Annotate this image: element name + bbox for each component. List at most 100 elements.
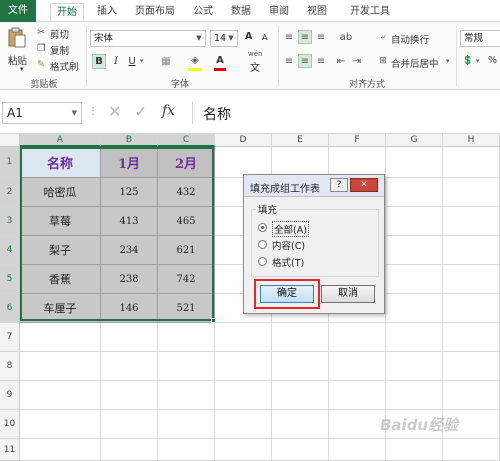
cell-b4[interactable]: 234 <box>101 236 158 265</box>
column-header-g[interactable]: G <box>386 134 443 147</box>
tab-file[interactable]: 文件 <box>0 0 36 22</box>
cell-a6[interactable]: 车厘子 <box>20 294 101 323</box>
cell-b2[interactable]: 125 <box>101 178 158 207</box>
phonetic-guide-label[interactable]: wén <box>248 50 262 58</box>
font-color-icon[interactable]: A <box>214 53 226 68</box>
cell-b6[interactable]: 146 <box>101 294 158 323</box>
row-header-4[interactable]: 4 <box>0 236 20 265</box>
close-button[interactable]: ✕ <box>350 178 378 192</box>
ok-button[interactable]: 确定 <box>260 285 314 303</box>
number-format-select[interactable]: 常规 <box>460 30 500 47</box>
cancel-icon[interactable]: ✕ <box>108 102 121 121</box>
font-name-select[interactable]: 宋体 ▼ <box>90 30 206 47</box>
name-box[interactable]: A1 ▼ <box>2 102 82 124</box>
currency-icon[interactable]: 💲 <box>462 54 474 68</box>
decrease-indent-icon[interactable]: ⇤ <box>334 54 348 68</box>
enter-icon[interactable]: ✓ <box>134 102 147 121</box>
row-header-10[interactable]: 10 <box>0 410 20 439</box>
radio-all[interactable] <box>258 223 267 232</box>
formula-input[interactable]: 名称 <box>192 102 498 124</box>
help-button[interactable]: ? <box>330 178 348 192</box>
grow-font-icon[interactable]: A <box>245 31 252 42</box>
cell-c6[interactable]: 521 <box>158 294 215 323</box>
row-header-6[interactable]: 6 <box>0 294 20 323</box>
radio-contents-label[interactable]: 内容(C) <box>272 238 305 252</box>
bold-button[interactable]: B <box>92 54 106 69</box>
tab-review[interactable]: 审阅 <box>264 3 294 21</box>
cell-b1[interactable]: 1月 <box>101 147 158 178</box>
row-header-8[interactable]: 8 <box>0 352 20 381</box>
row-header-3[interactable]: 3 <box>0 207 20 236</box>
chevron-down-icon[interactable]: ▾ <box>476 57 480 65</box>
cancel-button[interactable]: 取消 <box>321 285 375 303</box>
wrap-text-icon[interactable]: ⤶ <box>377 31 389 43</box>
align-right-icon[interactable]: ≡ <box>314 54 328 68</box>
radio-contents[interactable] <box>258 240 267 249</box>
align-top-icon[interactable]: ≡ <box>282 30 296 44</box>
border-icon[interactable]: ▦ <box>158 54 174 69</box>
row-header-11[interactable]: 11 <box>0 439 20 461</box>
insert-function-icon[interactable]: fx <box>162 103 175 119</box>
wrap-text-button[interactable]: 自动换行 <box>391 32 429 46</box>
paste-icon[interactable] <box>6 26 28 50</box>
cell-a4[interactable]: 梨子 <box>20 236 101 265</box>
row-header-9[interactable]: 9 <box>0 381 20 410</box>
phonetic-guide-char[interactable]: 文 <box>250 59 260 74</box>
cell-c4[interactable]: 621 <box>158 236 215 265</box>
cell-a5[interactable]: 香蕉 <box>20 265 101 294</box>
shrink-font-icon[interactable]: A <box>262 33 267 42</box>
tab-insert[interactable]: 插入 <box>92 3 122 21</box>
tab-view[interactable]: 视图 <box>302 3 332 21</box>
chevron-down-icon[interactable]: ▾ <box>20 65 24 73</box>
radio-formats[interactable] <box>258 257 267 266</box>
cell-b5[interactable]: 238 <box>101 265 158 294</box>
tab-data[interactable]: 数据 <box>226 3 256 21</box>
column-header-c[interactable]: C <box>158 134 215 147</box>
copy-button[interactable]: 复制 <box>50 43 69 57</box>
align-bottom-icon[interactable]: ≡ <box>314 30 328 44</box>
align-middle-icon[interactable]: ≡ <box>298 30 312 44</box>
column-header-e[interactable]: E <box>272 134 329 147</box>
column-header-f[interactable]: F <box>329 134 386 147</box>
fill-color-icon[interactable]: ◈ <box>188 53 202 68</box>
chevron-down-icon[interactable]: ▾ <box>140 57 144 65</box>
cell-a2[interactable]: 哈密瓜 <box>20 178 101 207</box>
cell-a1[interactable]: 名称 <box>20 147 101 178</box>
row-header-1[interactable]: 1 <box>0 147 20 178</box>
font-size-select[interactable]: 14 ▼ <box>210 30 238 47</box>
fill-handle[interactable] <box>211 318 216 323</box>
column-header-a[interactable]: A <box>20 134 101 147</box>
row-header-5[interactable]: 5 <box>0 265 20 294</box>
chevron-down-icon[interactable]: ▾ <box>446 57 450 65</box>
row-header-2[interactable]: 2 <box>0 178 20 207</box>
italic-button[interactable]: I <box>110 54 122 69</box>
orientation-icon[interactable]: ab <box>338 30 354 44</box>
tab-page-layout[interactable]: 页面布局 <box>130 3 180 21</box>
tab-home[interactable]: 开始 <box>50 3 84 21</box>
cut-button[interactable]: 剪切 <box>50 27 69 41</box>
cell-a3[interactable]: 草莓 <box>20 207 101 236</box>
merge-center-icon[interactable]: ⊞ <box>377 55 389 67</box>
align-left-icon[interactable]: ≡ <box>282 54 296 68</box>
cell-c2[interactable]: 432 <box>158 178 215 207</box>
tab-developer[interactable]: 开发工具 <box>342 3 398 21</box>
align-center-icon[interactable]: ≡ <box>298 54 312 68</box>
dialog-titlebar[interactable]: 填充成组工作表 ? ✕ <box>244 175 384 197</box>
row-header-7[interactable]: 7 <box>0 323 20 352</box>
cell-c3[interactable]: 465 <box>158 207 215 236</box>
column-header-h[interactable]: H <box>443 134 500 147</box>
underline-button[interactable]: U <box>126 54 138 69</box>
format-painter-button[interactable]: 格式刷 <box>50 59 79 73</box>
cell-b3[interactable]: 413 <box>101 207 158 236</box>
tab-formulas[interactable]: 公式 <box>188 3 218 21</box>
cell-c1[interactable]: 2月 <box>158 147 215 178</box>
select-all-corner[interactable] <box>0 134 20 147</box>
percent-button[interactable]: % <box>488 55 497 66</box>
column-header-d[interactable]: D <box>215 134 272 147</box>
column-header-b[interactable]: B <box>101 134 158 147</box>
radio-all-label[interactable]: 全部(A) <box>272 221 309 237</box>
increase-indent-icon[interactable]: ⇥ <box>350 54 364 68</box>
merge-center-button[interactable]: 合并后居中 <box>391 56 439 70</box>
radio-formats-label[interactable]: 格式(T) <box>272 255 304 269</box>
paste-label[interactable]: 粘贴 <box>8 53 27 67</box>
